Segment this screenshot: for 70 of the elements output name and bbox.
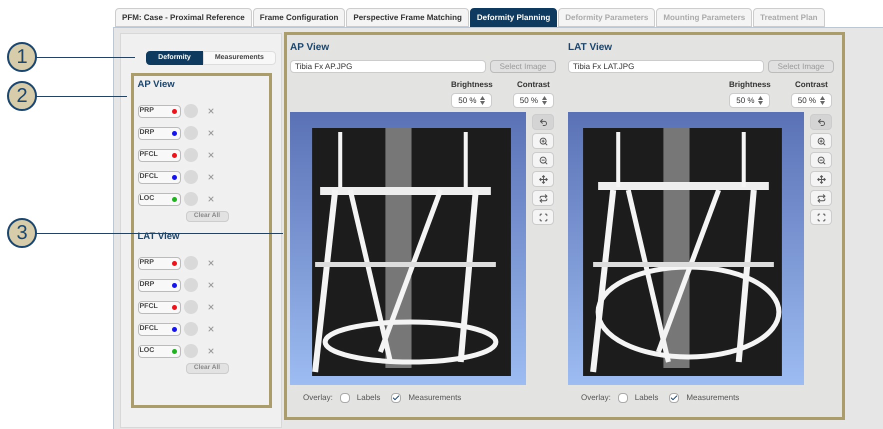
view-title: LAT View <box>568 41 614 55</box>
pan-button[interactable] <box>810 171 832 187</box>
fit-button[interactable] <box>532 209 554 225</box>
overlay-label: Overlay: <box>303 392 333 404</box>
undo-button[interactable] <box>810 114 832 130</box>
rotate-icon <box>816 194 826 202</box>
spinner-label: Brightness <box>728 79 771 91</box>
percent-spinner[interactable]: 50 % <box>512 93 554 108</box>
callout-number: 2 <box>7 81 37 111</box>
zoom-out-button[interactable] <box>810 152 832 168</box>
checkbox-label: Labels <box>356 392 380 404</box>
checkbox-label: Measurements <box>686 392 740 404</box>
remove-icon[interactable] <box>206 347 214 355</box>
tab[interactable]: Frame Configuration <box>252 8 346 27</box>
remove-icon[interactable] <box>206 129 214 137</box>
zoom-in-icon <box>538 136 548 146</box>
move-icon <box>538 174 548 184</box>
rotate-button[interactable] <box>532 190 554 206</box>
rotate-icon <box>538 194 548 202</box>
undo-button[interactable] <box>532 114 554 130</box>
zoom-in-button[interactable] <box>532 133 554 149</box>
fit-icon <box>816 212 826 222</box>
file-name-field[interactable]: Tibia Fx AP.JPG <box>290 60 486 73</box>
remove-icon[interactable] <box>206 107 214 115</box>
remove-icon[interactable] <box>206 259 214 267</box>
zoom-in-icon <box>816 136 826 146</box>
remove-icon[interactable] <box>206 195 214 203</box>
checkbox[interactable] <box>340 393 350 403</box>
stepper-arrows-icon <box>758 96 764 105</box>
spinner-label: Contrast <box>794 79 828 91</box>
pan-button[interactable] <box>532 171 554 187</box>
remove-icon[interactable] <box>206 303 214 311</box>
rotate-button[interactable] <box>810 190 832 206</box>
view-title: AP View <box>290 41 330 55</box>
fit-button[interactable] <box>810 209 832 225</box>
undo-icon <box>816 118 826 126</box>
file-name-field[interactable]: Tibia Fx LAT.JPG <box>568 60 764 73</box>
percent-spinner[interactable]: 50 % <box>451 93 492 108</box>
zoom-out-button[interactable] <box>532 152 554 168</box>
check-icon <box>670 394 678 402</box>
spinner-label: Brightness <box>450 79 493 91</box>
checkbox[interactable] <box>669 393 680 403</box>
stepper-arrows-icon <box>542 96 547 105</box>
remove-icon[interactable] <box>206 151 214 159</box>
callout-number: 3 <box>7 218 37 248</box>
spinner-label: Contrast <box>516 79 550 91</box>
fit-icon <box>538 212 548 222</box>
zoom-out-icon <box>816 156 826 164</box>
remove-icon[interactable] <box>206 325 214 333</box>
remove-icon[interactable] <box>206 173 214 181</box>
check-icon <box>392 394 400 402</box>
remove-icon[interactable] <box>206 281 214 289</box>
undo-icon <box>538 118 548 126</box>
checkbox-label: Measurements <box>408 392 462 404</box>
percent-spinner[interactable]: 50 % <box>790 93 832 108</box>
percent-spinner[interactable]: 50 % <box>729 93 770 108</box>
checkbox[interactable] <box>618 393 628 403</box>
overlay-label: Overlay: <box>581 392 611 404</box>
tab[interactable]: PFM: Case - Proximal Reference <box>115 8 252 27</box>
stepper-arrows-icon <box>820 96 825 105</box>
checkbox-label: Labels <box>634 392 658 404</box>
tab[interactable]: Perspective Frame Matching <box>346 8 469 27</box>
tab[interactable]: Deformity Planning <box>470 8 558 27</box>
zoom-in-button[interactable] <box>810 133 832 149</box>
callout-number: 1 <box>7 42 37 72</box>
move-icon <box>816 174 826 184</box>
stepper-arrows-icon <box>480 96 486 105</box>
checkbox[interactable] <box>391 393 402 403</box>
zoom-out-icon <box>538 156 548 164</box>
group-title: AP View <box>138 78 176 92</box>
